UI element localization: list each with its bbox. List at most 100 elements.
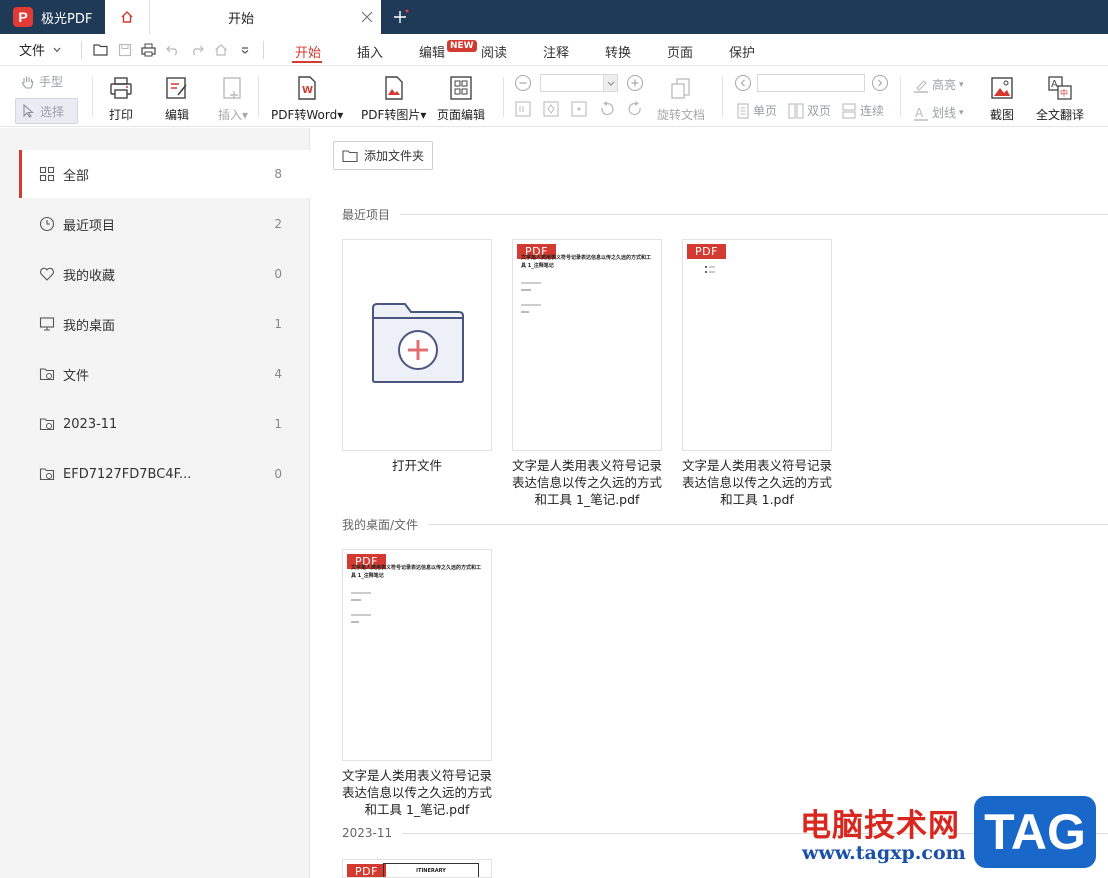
file-menu-label: 文件 bbox=[19, 44, 46, 59]
tab-edit[interactable]: 编辑 bbox=[419, 42, 445, 61]
sidebar-item-2023-11[interactable]: 2023-11 1 bbox=[19, 400, 310, 448]
sidebar-item-all[interactable]: 全部 8 bbox=[19, 150, 310, 198]
watermark-url: www.tagxp.com bbox=[802, 842, 966, 864]
file-card[interactable]: PDF ITINERARY bbox=[342, 859, 492, 878]
ribbon-toolbar: 手型 选择 打印 编辑 插入▾ W PDF转Word▾ PDF转图片▾ 页面编辑 bbox=[0, 67, 1108, 127]
app-title: 极光PDF bbox=[41, 11, 93, 27]
tab-read[interactable]: 阅读 bbox=[481, 42, 507, 61]
rotate-document-button[interactable]: 旋转文档 bbox=[657, 75, 705, 123]
sidebar-item-favorites[interactable]: 我的收藏 0 bbox=[19, 250, 310, 298]
chevron-down-icon: ▾ bbox=[959, 107, 964, 118]
zoom-in-icon[interactable] bbox=[627, 75, 643, 91]
double-page-view[interactable]: 双页 bbox=[788, 102, 831, 119]
highlight-tool[interactable]: 高亮 ▾ bbox=[913, 76, 964, 93]
continuous-view[interactable]: 连续 bbox=[841, 102, 884, 119]
strikeout-icon: A bbox=[914, 106, 928, 121]
grid-icon bbox=[39, 166, 55, 182]
watermark-title: 电脑技术网 bbox=[800, 808, 960, 844]
file-card[interactable]: PDF bbox=[682, 239, 832, 451]
zoom-level-select[interactable] bbox=[540, 74, 618, 92]
sidebar-item-label: EFD7127FD7BC4F... bbox=[63, 466, 192, 482]
open-folder-icon[interactable] bbox=[92, 41, 109, 58]
sidebar-item-count: 2 bbox=[274, 217, 282, 231]
select-tool[interactable]: 选择 bbox=[15, 98, 78, 124]
open-file-label: 打开文件 bbox=[391, 458, 442, 473]
file-card[interactable]: PDF 文字是人类用表义符号记录表达信息以传之久远的方式和工具 1_注释笔记 bbox=[342, 549, 492, 761]
rotate-document-label: 旋转文档 bbox=[657, 108, 706, 122]
tab-insert[interactable]: 插入 bbox=[357, 42, 383, 61]
strikeout-tool[interactable]: A 划线 ▾ bbox=[913, 104, 964, 121]
rotate-document-icon bbox=[671, 78, 690, 99]
highlight-label: 高亮 bbox=[932, 78, 957, 92]
open-file-card[interactable] bbox=[342, 239, 492, 451]
insert-button[interactable]: 插入▾ bbox=[218, 75, 248, 123]
printer-icon bbox=[110, 77, 132, 99]
save-icon[interactable] bbox=[116, 41, 133, 58]
sidebar-item-count: 1 bbox=[274, 317, 282, 331]
document-tab-title: 开始 bbox=[228, 11, 255, 27]
full-translate-button[interactable]: A中 全文翻译 bbox=[1036, 75, 1084, 123]
tab-page[interactable]: 页面 bbox=[667, 42, 693, 61]
divider bbox=[503, 77, 504, 117]
thumbnail-frame: ITINERARY bbox=[383, 863, 479, 877]
chevron-down-icon bbox=[53, 47, 61, 52]
sidebar-item-files[interactable]: 文件 4 bbox=[19, 350, 310, 398]
thumbnail-heading: 文字是人类用表义符号记录表达信息以传之久远的方式和工具 1_注释笔记 bbox=[521, 255, 652, 269]
rotate-right-icon[interactable] bbox=[626, 100, 644, 118]
rotate-left-icon[interactable] bbox=[598, 100, 616, 118]
undo-icon[interactable] bbox=[164, 41, 181, 58]
sidebar-item-recent[interactable]: 最近项目 2 bbox=[19, 200, 310, 248]
edit-button[interactable]: 编辑 bbox=[164, 75, 190, 123]
document-tab[interactable]: 开始 bbox=[149, 0, 381, 34]
cursor-icon bbox=[23, 104, 34, 118]
section-header-recent: 最近项目 bbox=[342, 206, 1108, 223]
pdf-to-word-button[interactable]: W PDF转Word▾ bbox=[271, 75, 343, 123]
thumbnail-heading: 文字是人类用表义符号记录表达信息以传之久远的方式和工具 1_注释笔记 bbox=[351, 565, 482, 579]
single-page-view[interactable]: 单页 bbox=[736, 102, 777, 119]
double-page-label: 双页 bbox=[807, 104, 832, 118]
new-tab-icon[interactable] bbox=[393, 9, 409, 25]
tab-annotate[interactable]: 注释 bbox=[543, 42, 569, 61]
print-button[interactable]: 打印 bbox=[108, 75, 134, 123]
sidebar-item-efd-folder[interactable]: EFD7127FD7BC4F... 0 bbox=[19, 450, 310, 498]
heart-icon bbox=[40, 267, 54, 281]
customize-icon[interactable] bbox=[236, 41, 253, 58]
zoom-out-icon[interactable] bbox=[515, 75, 531, 91]
tab-convert[interactable]: 转换 bbox=[605, 42, 631, 61]
next-page-icon[interactable] bbox=[872, 75, 888, 91]
previous-page-icon[interactable] bbox=[735, 75, 751, 91]
edit-document-icon bbox=[166, 77, 187, 99]
continuous-label: 连续 bbox=[860, 104, 885, 118]
svg-text:W: W bbox=[302, 85, 313, 96]
home-tab[interactable] bbox=[105, 0, 149, 34]
sidebar-item-label: 我的桌面 bbox=[63, 318, 116, 334]
screenshot-icon bbox=[991, 77, 1013, 99]
add-folder-button[interactable]: 添加文件夹 bbox=[333, 141, 433, 170]
fit-width-icon[interactable] bbox=[514, 100, 532, 118]
sidebar-item-label: 全部 bbox=[63, 168, 90, 184]
pdf-badge: PDF bbox=[347, 864, 386, 877]
tab-start[interactable]: 开始 bbox=[295, 42, 321, 61]
page-number-input[interactable] bbox=[757, 74, 865, 92]
redo-icon[interactable] bbox=[188, 41, 205, 58]
close-tab-icon[interactable] bbox=[361, 11, 373, 23]
folder-add-icon bbox=[372, 303, 464, 383]
pdf-to-image-button[interactable]: PDF转图片▾ bbox=[361, 75, 426, 123]
print-icon[interactable] bbox=[140, 41, 157, 58]
sidebar-item-count: 0 bbox=[274, 267, 282, 281]
sidebar-item-count: 1 bbox=[274, 417, 282, 431]
home-icon[interactable] bbox=[212, 41, 229, 58]
screenshot-button[interactable]: 截图 bbox=[989, 75, 1015, 123]
file-name: 文字是人类用表义符号记录 表达信息以传之久远的方式 和工具 1_笔记.pdf bbox=[341, 768, 492, 817]
file-card[interactable]: PDF 文字是人类用表义符号记录表达信息以传之久远的方式和工具 1_注释笔记 bbox=[512, 239, 662, 451]
file-menu[interactable]: 文件 bbox=[19, 40, 71, 59]
edit-label: 编辑 bbox=[164, 108, 189, 122]
home-icon bbox=[121, 11, 133, 23]
tab-protect[interactable]: 保护 bbox=[729, 42, 755, 61]
page-edit-button[interactable]: 页面编辑 bbox=[437, 75, 485, 123]
hand-tool[interactable]: 手型 bbox=[20, 73, 63, 90]
sidebar-item-desktop[interactable]: 我的桌面 1 bbox=[19, 300, 310, 348]
fit-page-icon[interactable] bbox=[542, 100, 560, 118]
actual-size-icon[interactable] bbox=[570, 100, 588, 118]
insert-label: 插入▾ bbox=[218, 108, 249, 122]
